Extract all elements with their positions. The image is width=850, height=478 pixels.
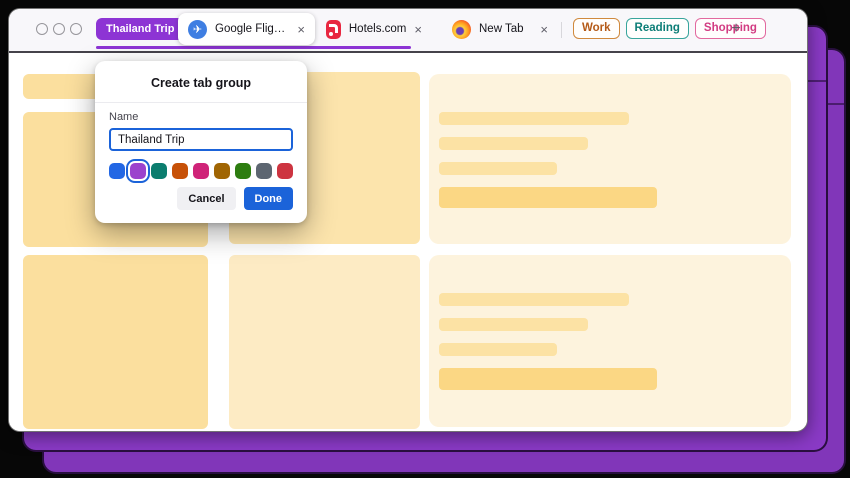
- color-swatch-purple-selected[interactable]: [130, 163, 146, 179]
- tab-strip: Thailand Trip ✈ Google Flig… × Hotels.co…: [9, 9, 807, 51]
- window-control-minimize[interactable]: [53, 23, 65, 35]
- dialog-title: Create tab group: [150, 76, 251, 90]
- window-controls: [36, 23, 82, 35]
- color-swatch-green[interactable]: [235, 163, 251, 179]
- screen: Thailand Trip ✈ Google Flig… × Hotels.co…: [0, 0, 850, 478]
- color-swatch-red[interactable]: [277, 163, 293, 179]
- skeleton-block: [23, 255, 208, 429]
- color-swatch-gray[interactable]: [256, 163, 272, 179]
- google-flights-icon: ✈: [188, 19, 207, 39]
- tab-google-flights[interactable]: ✈ Google Flig… ×: [178, 13, 315, 45]
- skeleton-card: [429, 255, 791, 427]
- skeleton-line: [439, 137, 588, 150]
- tab-close-icon[interactable]: ×: [414, 23, 422, 36]
- tab-label: New Tab: [479, 23, 524, 35]
- skeleton-line: [439, 368, 657, 390]
- skeleton-line: [439, 318, 588, 331]
- color-swatch-orange[interactable]: [172, 163, 188, 179]
- color-swatch-row: [109, 163, 293, 179]
- group-name-input[interactable]: [109, 128, 293, 151]
- color-swatch-blue[interactable]: [109, 163, 125, 179]
- tab-group-chip-reading[interactable]: Reading: [625, 18, 689, 39]
- done-button[interactable]: Done: [243, 187, 293, 210]
- skeleton-line: [439, 187, 657, 208]
- skeleton-line: [439, 162, 557, 175]
- color-swatch-pink[interactable]: [193, 163, 209, 179]
- tab-label: Hotels.com: [348, 23, 407, 35]
- skeleton-line: [439, 293, 629, 306]
- tab-group-label-thailand-trip[interactable]: Thailand Trip: [96, 18, 185, 40]
- skeleton-block: [229, 255, 420, 429]
- color-swatch-brown[interactable]: [214, 163, 230, 179]
- tab-close-icon[interactable]: ×: [540, 23, 548, 36]
- tab-new-tab[interactable]: New Tab ×: [442, 13, 558, 45]
- skeleton-line: [439, 112, 629, 125]
- tab-label: Google Flig…: [215, 23, 286, 35]
- create-tab-group-dialog: Create tab group Name Cancel Done: [95, 61, 307, 223]
- plane-glyph: ✈: [192, 23, 203, 36]
- window-control-close[interactable]: [36, 23, 48, 35]
- new-tab-button[interactable]: +: [725, 18, 747, 40]
- skeleton-line: [439, 343, 557, 356]
- firefox-icon: [452, 19, 471, 39]
- hotels-logo-dot: [329, 31, 333, 36]
- color-swatch-teal[interactable]: [151, 163, 167, 179]
- tab-group-chip-work[interactable]: Work: [573, 18, 620, 39]
- tab-hotels-com[interactable]: Hotels.com ×: [316, 13, 432, 45]
- tab-group-underline: [96, 46, 411, 49]
- name-field-label: Name: [109, 111, 139, 123]
- cancel-button[interactable]: Cancel: [177, 187, 236, 210]
- hotels-com-icon: [326, 19, 341, 39]
- skeleton-card: [429, 74, 791, 244]
- tab-close-icon[interactable]: ×: [297, 23, 305, 36]
- window-control-maximize[interactable]: [70, 23, 82, 35]
- tab-separator: [561, 22, 562, 38]
